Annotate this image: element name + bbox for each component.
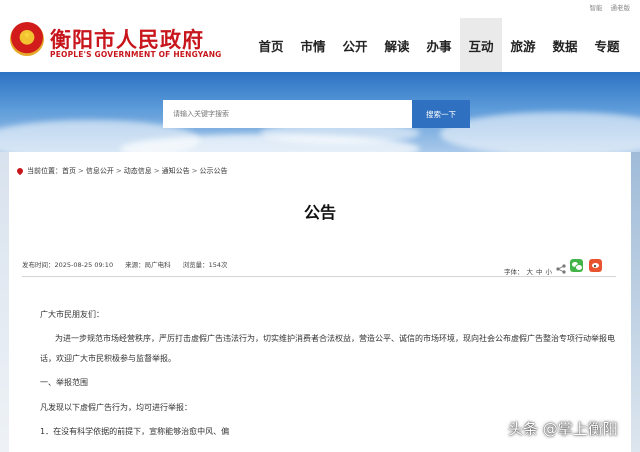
share-icon[interactable] (556, 264, 566, 274)
left-edge-background (0, 152, 9, 452)
greeting-paragraph: 广大市民朋友们： (40, 310, 104, 319)
breadcrumb-separator: > (153, 167, 160, 175)
article-meta: 发布时间：2025-08-25 09:10 来源：局广电科 浏览量：154次 (22, 259, 228, 269)
nav-item-tourism[interactable]: 旅游 (502, 18, 544, 72)
site-logo-subtitle: PEOPLE'S GOVERNMENT OF HENGYANG (50, 50, 222, 59)
nav-item-data[interactable]: 数据 (544, 18, 586, 72)
breadcrumb-separator: > (115, 167, 122, 175)
location-pin-icon (15, 166, 25, 176)
main-nav: 首页 市情 公开 解读 办事 互动 旅游 数据 专题 (250, 18, 628, 72)
nav-item-topics[interactable]: 专题 (586, 18, 628, 72)
breadcrumb-item-home[interactable]: 首页 (62, 166, 76, 176)
list-item-paragraph: 1．在没有科学依据的前提下，宣称能够治愈中风、偏 (40, 427, 230, 436)
view-count: 浏览量：154次 (182, 261, 228, 269)
right-edge-background (631, 152, 640, 452)
breadcrumb-item-notices[interactable]: 通知公告 (162, 166, 190, 176)
top-link-smart[interactable]: 智能 (590, 2, 603, 12)
publish-time: 发布时间：2025-08-25 09:10 (22, 261, 114, 269)
nav-item-home[interactable]: 首页 (250, 18, 292, 72)
top-links: 智能 通老版 (590, 2, 631, 12)
section-heading: 一、举报范围 (40, 378, 88, 387)
font-size-label: 字体： (504, 268, 524, 276)
article-source: 来源：局广电科 (125, 261, 171, 269)
font-size-medium[interactable]: 中 (536, 266, 543, 276)
breadcrumb-prefix: 当前位置： (27, 167, 62, 175)
meta-divider (22, 276, 616, 277)
nav-item-interaction[interactable]: 互动 (460, 18, 502, 72)
toutiao-watermark: 头条 @掌上衡阳 (508, 420, 618, 438)
nav-item-interpretation[interactable]: 解读 (376, 18, 418, 72)
font-size-large[interactable]: 大 (527, 266, 534, 276)
search-button[interactable]: 搜索一下 (412, 100, 470, 128)
breadcrumb-item-info-public[interactable]: 信息公开 (86, 166, 114, 176)
breadcrumb-separator: > (78, 167, 84, 175)
breadcrumb-item-dynamic-info[interactable]: 动态信息 (124, 166, 152, 176)
wechat-share-icon[interactable] (570, 259, 583, 272)
breadcrumb: 当前位置： 首页 > 信息公开 > 动态信息 > 通知公告 > 公示公告 (15, 166, 228, 176)
search-input[interactable] (163, 100, 412, 128)
top-link-old-version[interactable]: 通老版 (611, 2, 631, 12)
article-title: 公告 (303, 203, 336, 222)
nav-item-services[interactable]: 办事 (418, 18, 460, 72)
national-emblem-icon[interactable] (10, 22, 44, 56)
intro-paragraph: 为进一步规范市场经营秩序，严厉打击虚假广告违法行为，切实维护消费者合法权益，营造… (40, 334, 615, 363)
weibo-share-icon[interactable] (589, 259, 602, 272)
breadcrumb-separator: > (191, 167, 198, 175)
font-size-control: 字体： 大 中 小 (504, 266, 552, 276)
breadcrumb-item-announcements[interactable]: 公示公告 (200, 166, 228, 176)
nav-item-public[interactable]: 公开 (334, 18, 376, 72)
font-size-small[interactable]: 小 (546, 266, 553, 276)
section-intro-paragraph: 凡发现以下虚假广告行为，均可进行举报： (40, 403, 192, 412)
nav-item-city-info[interactable]: 市情 (292, 18, 334, 72)
